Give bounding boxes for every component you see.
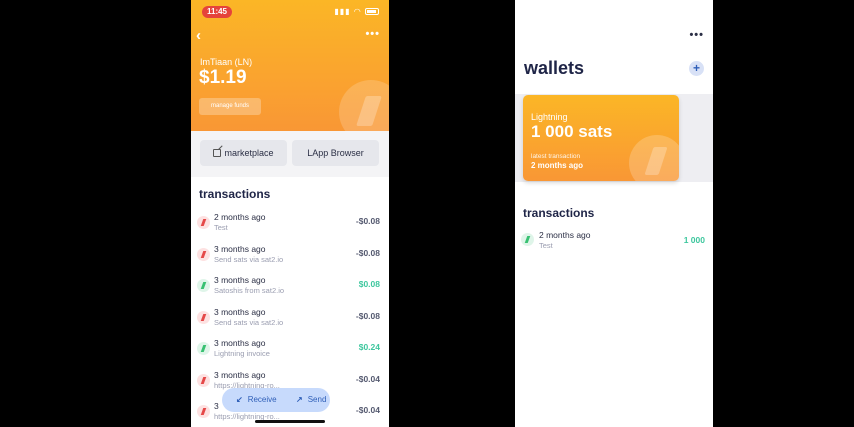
wallet-name: ImTiaan (LN)	[200, 57, 253, 67]
transaction-amount: $0.24	[358, 342, 380, 352]
transaction-date: 3 months ago	[214, 369, 266, 380]
transaction-row[interactable]: 3 months ago Satoshis from sat2.io $0.08	[191, 272, 389, 304]
transaction-amount: 1 000	[683, 235, 705, 245]
transaction-date: 2 months ago	[539, 230, 591, 240]
transactions-heading: transactions	[199, 187, 271, 201]
send-button[interactable]: ↗ Send	[296, 388, 326, 412]
wallets-list-screen: ••• wallets + Lightning 1 000 sats lates…	[515, 0, 713, 427]
transaction-row[interactable]: 2 months ago Test -$0.08	[191, 209, 389, 241]
signal-icon: ▮▮▮	[334, 7, 351, 16]
transaction-memo: Satoshis from sat2.io	[214, 286, 285, 295]
wifi-icon: ◠	[353, 7, 362, 16]
lightning-incoming-icon	[521, 233, 534, 246]
send-label: Send	[307, 395, 327, 404]
transaction-memo: Send sats via sat2.io	[214, 254, 284, 264]
transaction-date: 3 months ago	[214, 306, 266, 317]
transaction-amount: -$0.08	[355, 216, 380, 226]
transaction-date: 3	[214, 401, 219, 411]
marketplace-label: marketplace	[224, 148, 274, 158]
latest-transaction-label: latest transaction	[531, 153, 581, 160]
arrow-up-right-icon: ↗	[296, 395, 303, 404]
transaction-memo: Send sats via sat2.io	[214, 317, 284, 327]
transaction-date: 3 months ago	[214, 243, 266, 254]
receive-send-bar: ↙ Receive ↗ Send	[222, 388, 330, 412]
lightning-outgoing-icon	[197, 310, 210, 324]
status-icons: ▮▮▮ ◠	[334, 7, 379, 16]
more-options-icon[interactable]: •••	[365, 28, 380, 40]
lightning-outgoing-icon	[197, 216, 210, 229]
wallet-card-balance: 1 000 sats	[531, 122, 613, 141]
status-bar: 11:45 ▮▮▮ ◠	[191, 6, 389, 20]
wallet-detail-screen: 11:45 ▮▮▮ ◠ ‹ ••• ImTiaan (LN) $1.19 man…	[191, 0, 389, 427]
action-row: marketplace LApp Browser	[191, 131, 389, 177]
transaction-row[interactable]: 3 months ago Lightning invoice $0.24	[191, 335, 389, 367]
receive-label: Receive	[247, 395, 277, 404]
wallet-card-name: Lightning	[531, 112, 568, 122]
wallet-header: 11:45 ▮▮▮ ◠ ‹ ••• ImTiaan (LN) $1.19 man…	[191, 0, 389, 131]
arrow-down-left-icon: ↙	[236, 395, 243, 404]
transaction-memo: Lightning invoice	[214, 349, 270, 358]
transaction-date: 2 months ago	[214, 212, 266, 222]
wallet-card[interactable]: Lightning 1 000 sats latest transaction …	[523, 95, 679, 181]
transaction-row[interactable]: 3 months ago Send sats via sat2.io -$0.0…	[191, 304, 389, 336]
lightning-outgoing-icon	[197, 405, 210, 418]
wallet-balance: $1.19	[199, 67, 247, 88]
transaction-memo: Test	[539, 241, 553, 250]
lapp-browser-button[interactable]: LApp Browser	[292, 140, 379, 166]
transaction-amount: -$0.08	[355, 310, 380, 321]
transaction-date: 3 months ago	[214, 338, 266, 348]
transaction-amount: $0.08	[358, 279, 380, 289]
transaction-row[interactable]: 3 months ago Send sats via sat2.io -$0.0…	[191, 241, 389, 273]
transaction-date: 3 months ago	[214, 275, 266, 285]
lightning-incoming-icon	[197, 342, 210, 355]
lightning-watermark-icon	[629, 135, 679, 181]
lightning-incoming-icon	[197, 279, 210, 292]
marketplace-button[interactable]: marketplace	[200, 140, 287, 166]
home-indicator[interactable]	[255, 420, 325, 423]
transaction-amount: -$0.08	[355, 247, 380, 258]
screen-stage: 11:45 ▮▮▮ ◠ ‹ ••• ImTiaan (LN) $1.19 man…	[0, 0, 854, 427]
more-options-icon[interactable]: •••	[689, 29, 704, 41]
lightning-outgoing-icon	[197, 373, 210, 387]
latest-transaction-value: 2 months ago	[531, 161, 584, 170]
status-time: 11:45	[202, 6, 232, 18]
transactions-heading: transactions	[523, 206, 595, 220]
page-title: wallets	[524, 58, 585, 78]
transaction-memo: Test	[214, 223, 228, 232]
transaction-amount: -$0.04	[355, 373, 380, 384]
manage-funds-button[interactable]: manage funds	[199, 98, 261, 115]
receive-button[interactable]: ↙ Receive	[236, 388, 277, 412]
battery-icon	[365, 8, 379, 16]
add-wallet-button[interactable]: +	[689, 61, 704, 76]
external-link-icon	[213, 149, 222, 157]
back-chevron-icon[interactable]: ‹	[196, 28, 210, 44]
transaction-row[interactable]: 2 months ago Test 1 000	[515, 228, 713, 258]
lightning-watermark-icon	[339, 80, 389, 131]
lightning-outgoing-icon	[197, 247, 210, 261]
transaction-amount: -$0.04	[355, 405, 380, 415]
